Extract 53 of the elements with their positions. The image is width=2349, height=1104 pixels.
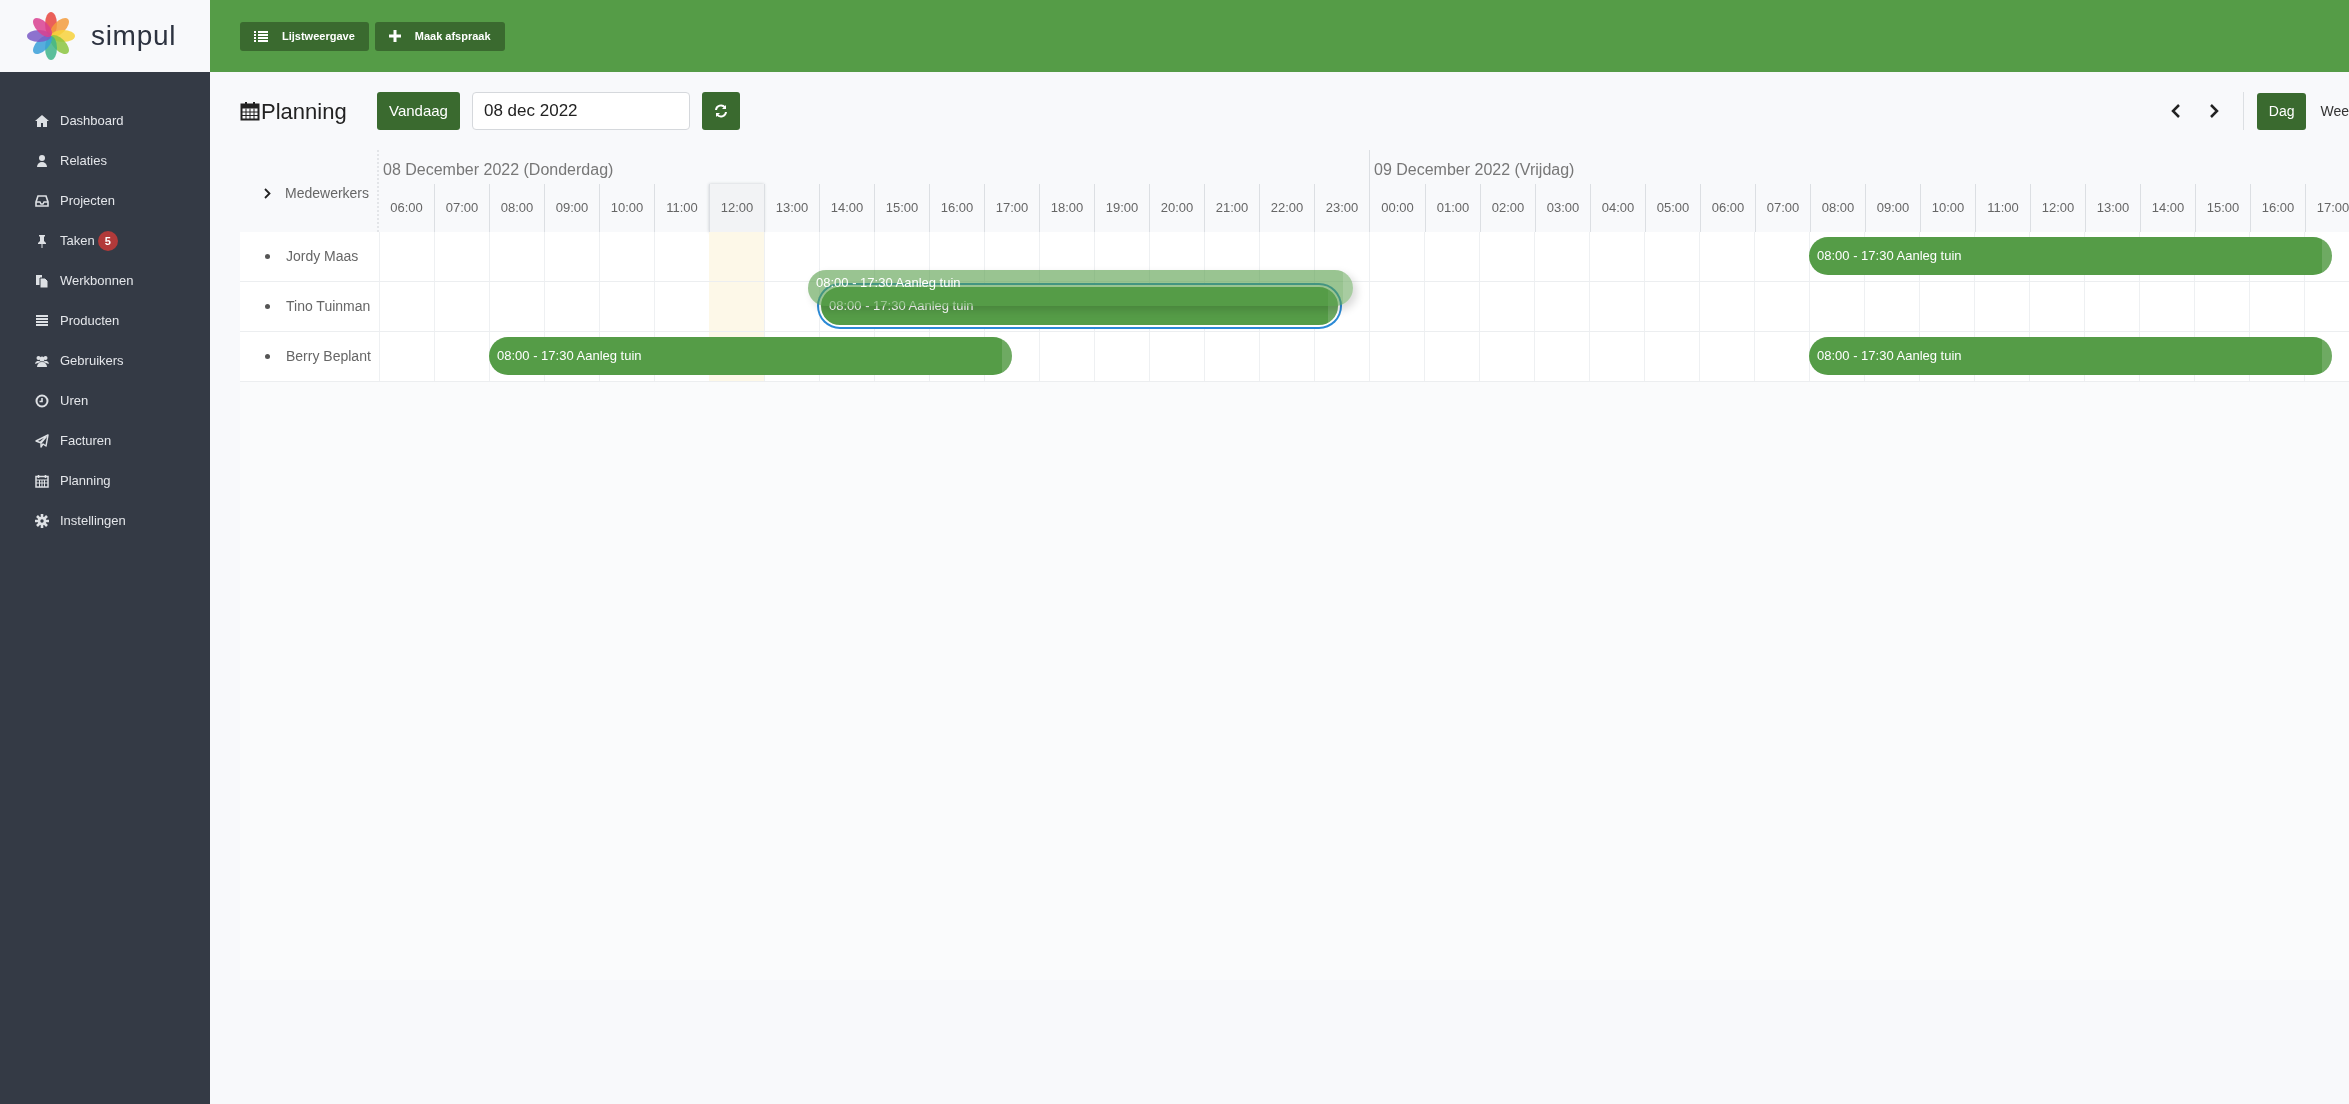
employee-name: Berry Beplant [286, 347, 371, 366]
settings-icon [35, 514, 49, 528]
sidebar-item[interactable]: Dashboard [0, 101, 210, 141]
date-field[interactable]: 08 dec 2022 [471, 92, 690, 130]
home-icon [35, 114, 49, 128]
sidebar-item[interactable]: Projecten [0, 181, 210, 221]
column-header: Medewerkers [285, 183, 370, 203]
sidebar-item[interactable]: Taken 5 [0, 221, 210, 261]
calendar-icon [35, 474, 49, 488]
list-icon [35, 314, 49, 328]
date-heading: 09 December 2022 (Vrijdag) [1374, 160, 1575, 180]
sidebar-item[interactable]: Uren [0, 381, 210, 421]
hour-label: 00:00 [1380, 199, 1415, 218]
bullet-icon [265, 304, 270, 309]
chevron-left-icon [2170, 104, 2181, 118]
view-tab[interactable]: Dag [2256, 92, 2307, 130]
toolbar-button[interactable]: Maak afspraak [374, 21, 505, 51]
hour-label: 06:00 [389, 199, 424, 218]
documents-icon [35, 274, 49, 288]
chevron-right-icon[interactable] [264, 187, 271, 199]
list-icon [254, 30, 268, 42]
view-tab[interactable]: Wee [2316, 92, 2349, 130]
brand-name: simpul [91, 19, 177, 53]
employee-name: Jordy Maas [286, 247, 359, 266]
refresh-button[interactable] [701, 92, 740, 130]
inbox-icon [35, 194, 49, 208]
sidebar-item[interactable]: Producten [0, 301, 210, 341]
toolbar-button[interactable]: Lijstweergave [240, 21, 369, 51]
sidebar-item[interactable]: Relaties [0, 141, 210, 181]
calendar-icon [240, 101, 260, 121]
clock-icon [35, 394, 49, 408]
sidebar-item[interactable]: Planning [0, 461, 210, 501]
sidebar-item[interactable]: Werkbonnen [0, 261, 210, 301]
employee-name: Tino Tuinman [286, 297, 371, 316]
sidebar-item[interactable]: Gebruikers [0, 341, 210, 381]
users-icon [35, 354, 49, 368]
page-title: Planning [261, 97, 348, 126]
user-icon [35, 154, 49, 168]
bullet-icon [265, 354, 270, 359]
paper-plane-icon [35, 434, 49, 448]
sidebar-item[interactable]: Instellingen [0, 501, 210, 541]
sidebar-item[interactable]: Facturen [0, 421, 210, 461]
logo-icon [27, 12, 75, 60]
today-button[interactable]: Vandaag [377, 92, 460, 130]
date-heading: 08 December 2022 (Donderdag) [383, 160, 614, 180]
pin-icon [35, 234, 49, 248]
chevron-right-icon [2208, 104, 2219, 118]
count-badge: 5 [97, 231, 118, 251]
refresh-icon [713, 104, 728, 118]
plus-icon [388, 30, 401, 42]
bullet-icon [265, 254, 270, 259]
current-hour-highlight [709, 232, 764, 281]
hour-label: 12:00 [709, 184, 764, 232]
